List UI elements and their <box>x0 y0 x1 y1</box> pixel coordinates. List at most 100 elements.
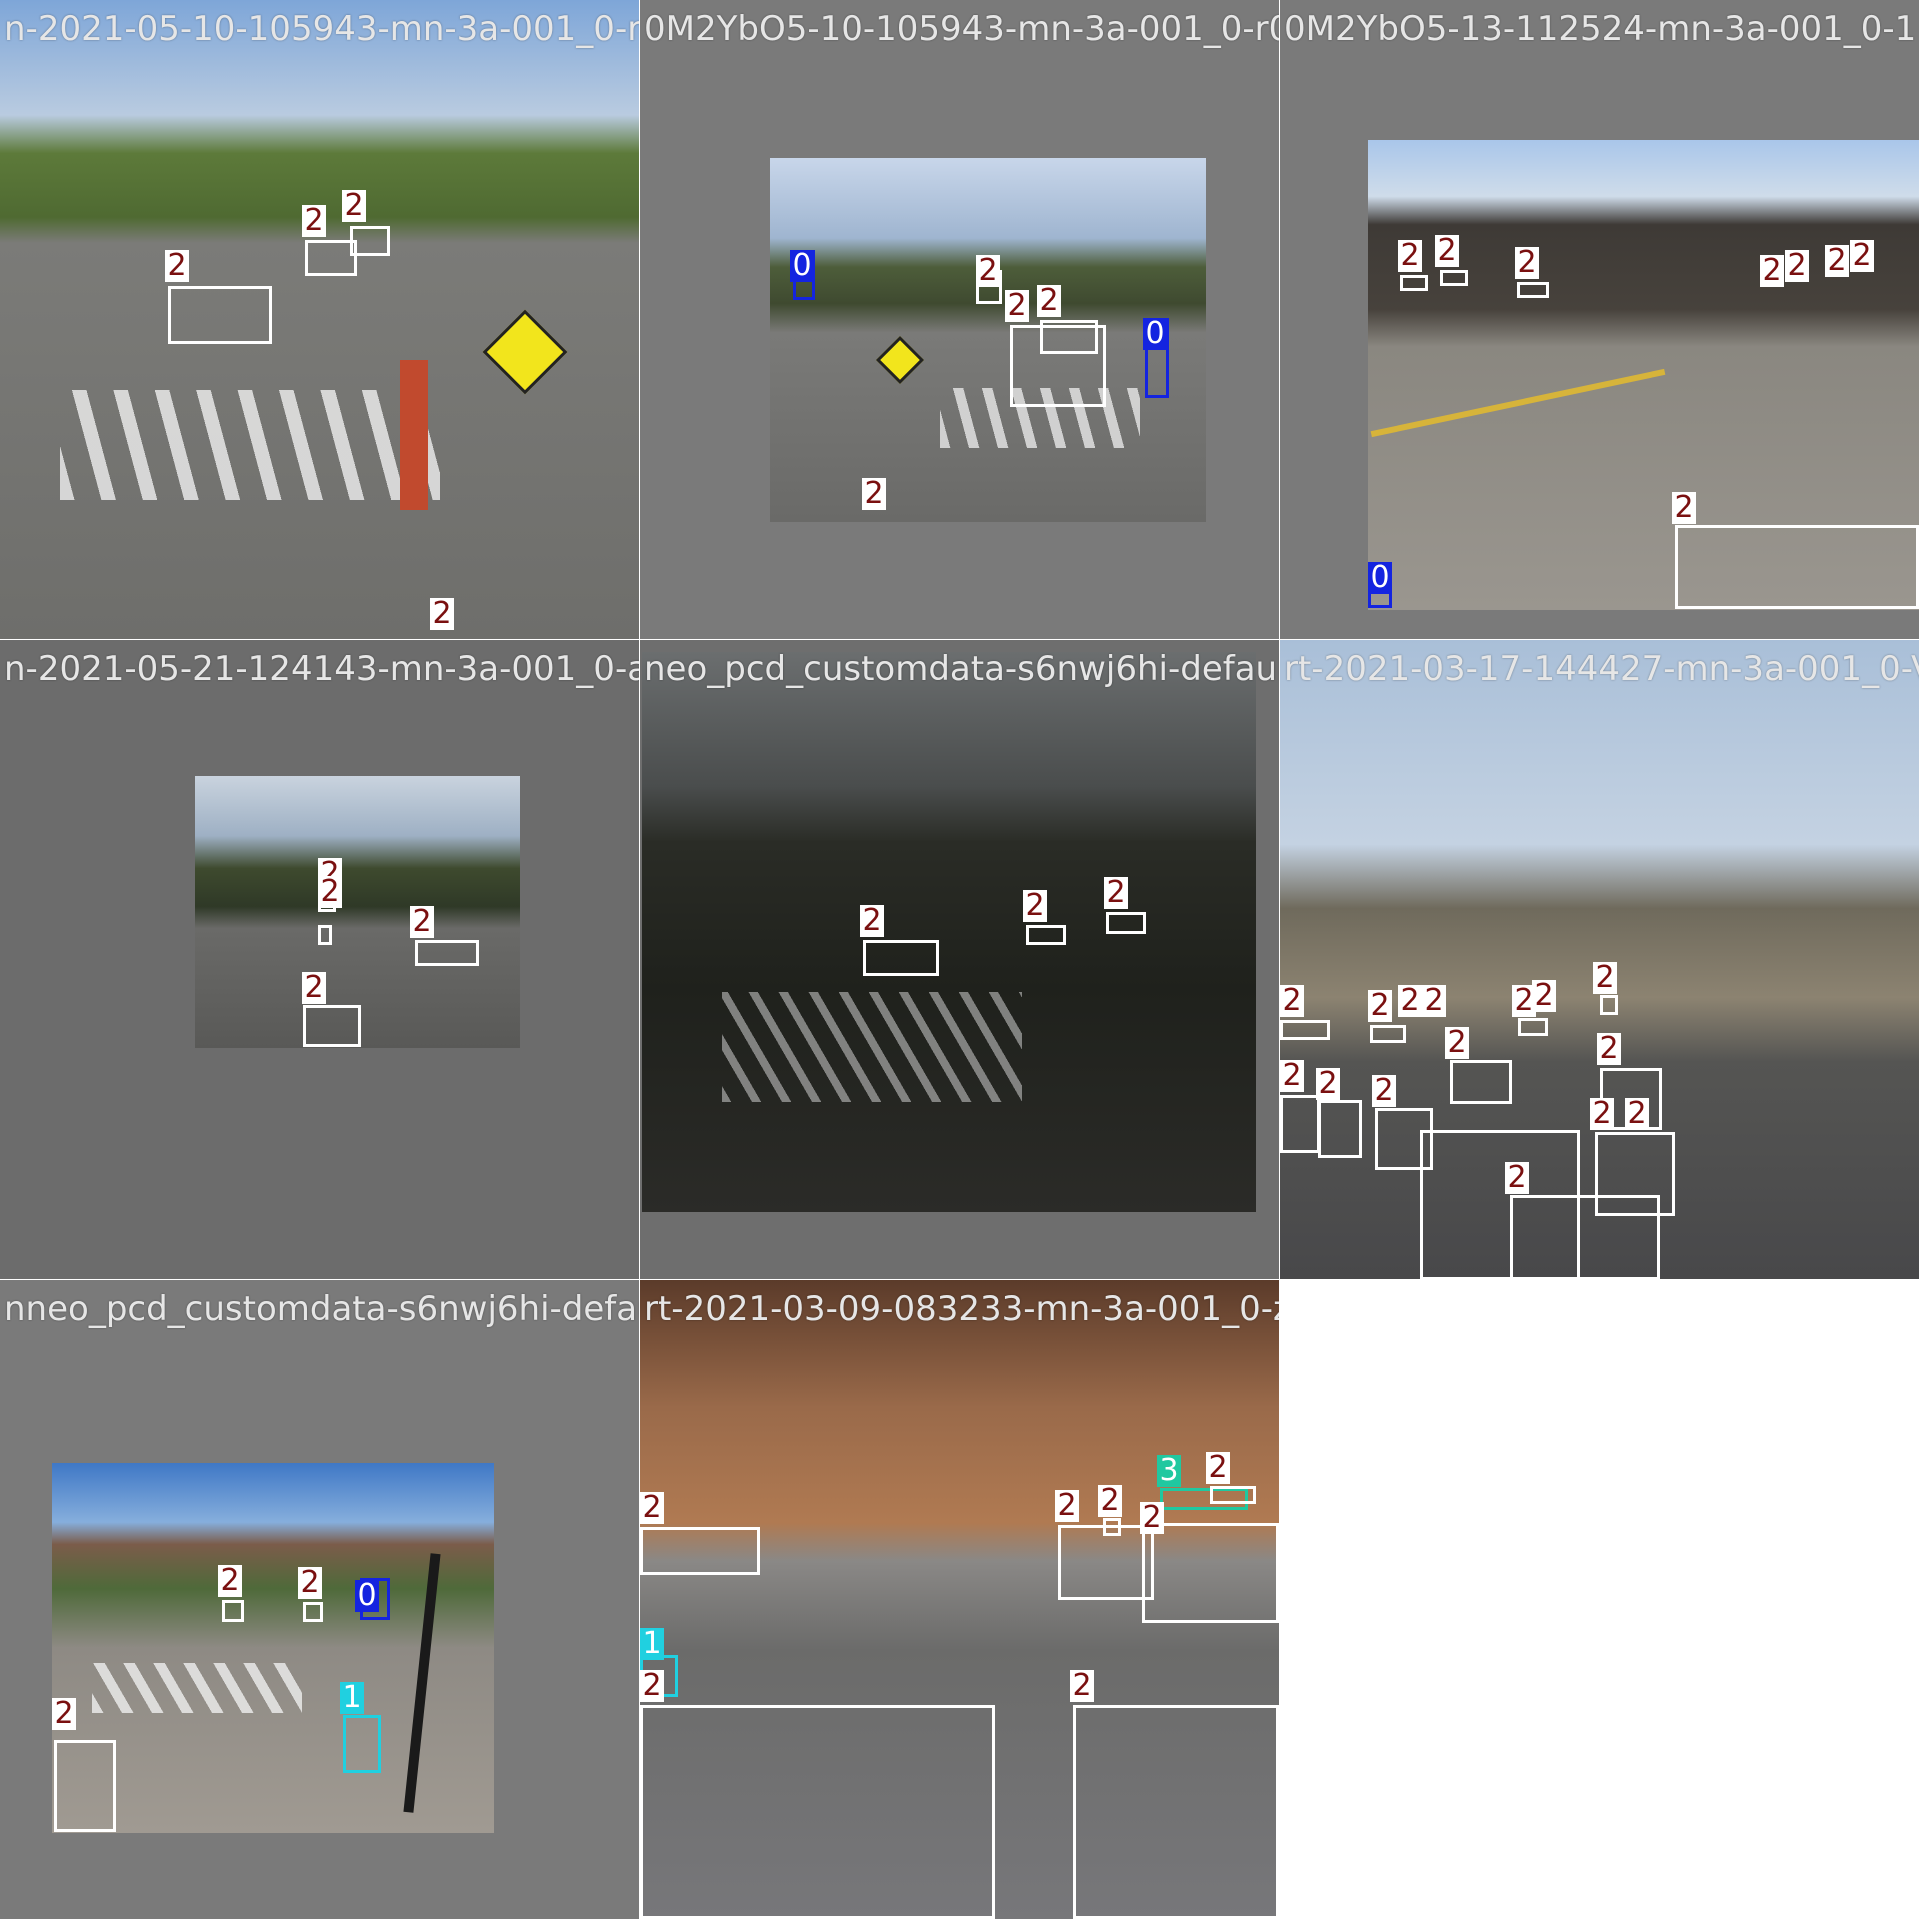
bbox-label: 2 <box>1398 985 1422 1017</box>
bbox-label: 2 <box>1590 1098 1614 1130</box>
bbox-label: 2 <box>1760 255 1784 287</box>
bbox-label: 0 <box>1368 562 1392 594</box>
bbox <box>1510 1195 1660 1279</box>
bbox-label: 2 <box>1445 1027 1469 1059</box>
bbox <box>1058 1525 1154 1600</box>
bbox-label: 2 <box>1515 247 1539 279</box>
bbox-label: 2 <box>342 190 366 222</box>
bbox <box>1518 1018 1548 1036</box>
tile-title: neo_pcd_customdata-s6nwj6hi-default-2021… <box>644 649 1279 689</box>
bbox <box>1370 1025 1406 1043</box>
bbox-label: 2 <box>1850 240 1874 272</box>
bbox-label: 2 <box>1505 1162 1529 1194</box>
bbox-label: 2 <box>1597 1033 1621 1065</box>
bbox <box>1400 275 1428 291</box>
tile-3: 0M2YbO5-13-112524-mn-3a-001_0-1 2 2 2 2 … <box>1280 0 1919 639</box>
bbox <box>1517 282 1549 298</box>
pole <box>403 1553 441 1813</box>
tile-title: n-2021-05-10-105943-mn-3a-001_0-r0M2YbO <box>4 9 639 49</box>
bbox-label: 2 <box>1206 1452 1230 1484</box>
bbox-label: 2 <box>860 905 884 937</box>
bbox-label: 2 <box>1625 1098 1649 1130</box>
crosswalk <box>722 992 1022 1102</box>
tile-5: neo_pcd_customdata-s6nwj6hi-default-2021… <box>640 640 1279 1279</box>
tile-4: n-2021-05-21-124143-mn-3a-001_0-aBGi7dAE… <box>0 640 639 1279</box>
bbox <box>343 1715 381 1773</box>
bbox <box>222 1600 244 1622</box>
bbox <box>1073 1705 1279 1919</box>
bbox-label: 2 <box>410 906 434 938</box>
bbox-label: 2 <box>1372 1075 1396 1107</box>
bbox-label: 2 <box>52 1698 76 1730</box>
crosswalk <box>92 1663 302 1713</box>
tile-title: 0M2YbO5-10-105943-mn-3a-001_0-r0M2YbO <box>644 9 1279 49</box>
tile-title: rt-2021-03-17-144427-mn-3a-001_0-V <box>1284 649 1919 689</box>
bbox-label: 2 <box>862 478 886 510</box>
bbox <box>1026 925 1066 945</box>
bbox-label: 0 <box>790 250 814 282</box>
bbox <box>318 925 332 945</box>
bbox-label: 2 <box>298 1567 322 1599</box>
street-photo <box>770 158 1206 522</box>
bbox-label: 2 <box>430 598 454 630</box>
bbox <box>1106 912 1146 934</box>
bbox <box>1450 1060 1512 1104</box>
bbox-label: 1 <box>340 1682 364 1714</box>
bbox-label: 2 <box>1140 1502 1164 1534</box>
bbox-label: 2 <box>1398 240 1422 272</box>
bbox-label: 2 <box>1422 985 1446 1017</box>
bbox <box>1440 270 1468 286</box>
bbox-label: 2 <box>165 250 189 282</box>
bbox <box>1318 1100 1362 1158</box>
pedestrian-sign-icon <box>875 335 925 385</box>
bbox-label: 2 <box>1785 250 1809 282</box>
bbox <box>54 1740 116 1832</box>
bbox-label: 2 <box>1104 877 1128 909</box>
bbox <box>303 1005 361 1047</box>
bbox-label: 2 <box>640 1670 664 1702</box>
curb-ramp <box>400 360 428 510</box>
bbox <box>415 940 479 966</box>
bbox-label: 2 <box>1435 235 1459 267</box>
bbox-label: 2 <box>1098 1485 1122 1517</box>
street-photo <box>642 652 1256 1212</box>
bbox-label: 2 <box>1070 1670 1094 1702</box>
bbox-label: 2 <box>1280 985 1304 1017</box>
bbox-label: 2 <box>1672 492 1696 524</box>
bbox <box>303 1602 323 1622</box>
bbox <box>1142 1523 1279 1623</box>
bbox <box>1675 525 1919 609</box>
bbox-label: 2 <box>1055 1490 1079 1522</box>
bbox <box>640 1705 995 1919</box>
bbox <box>863 940 939 976</box>
bbox-label: 2 <box>1037 285 1061 317</box>
bbox-label: 2 <box>1368 990 1392 1022</box>
bbox-label: 2 <box>1005 290 1029 322</box>
bbox <box>1280 1095 1320 1153</box>
tile-title: n-2021-05-21-124143-mn-3a-001_0-aBGi7dAE… <box>4 649 639 689</box>
bbox-label: 2 <box>1316 1068 1340 1100</box>
bbox-label: 0 <box>355 1580 379 1612</box>
bbox <box>640 1527 760 1575</box>
bbox <box>1040 320 1098 354</box>
bbox-label: 2 <box>640 1492 664 1524</box>
bbox-label: 0 <box>1143 318 1167 350</box>
image-mosaic-grid: n-2021-05-10-105943-mn-3a-001_0-r0M2YbO … <box>0 0 1920 1920</box>
bbox-label: 2 <box>1593 962 1617 994</box>
tile-7: nneo_pcd_customdata-s6nwj6hi-default-202… <box>0 1280 639 1919</box>
tile-6: rt-2021-03-17-144427-mn-3a-001_0-V 2 2 2… <box>1280 640 1919 1279</box>
pedestrian-sign-icon <box>482 309 568 395</box>
bbox <box>1280 1020 1330 1040</box>
bbox-label: 2 <box>302 972 326 1004</box>
bbox-label: 2 <box>1825 245 1849 277</box>
street-photo <box>52 1463 494 1833</box>
bbox <box>168 286 272 344</box>
bbox-label: 2 <box>1023 890 1047 922</box>
bbox-label: 2 <box>1532 980 1556 1012</box>
bbox-label: 2 <box>1280 1060 1304 1092</box>
bbox-label: 2 <box>976 255 1000 287</box>
bbox <box>1103 1518 1121 1536</box>
tile-title: 0M2YbO5-13-112524-mn-3a-001_0-1 <box>1284 9 1917 49</box>
tile-2: 0M2YbO5-10-105943-mn-3a-001_0-r0M2YbO 0 … <box>640 0 1279 639</box>
bbox-label: 1 <box>640 1628 664 1660</box>
